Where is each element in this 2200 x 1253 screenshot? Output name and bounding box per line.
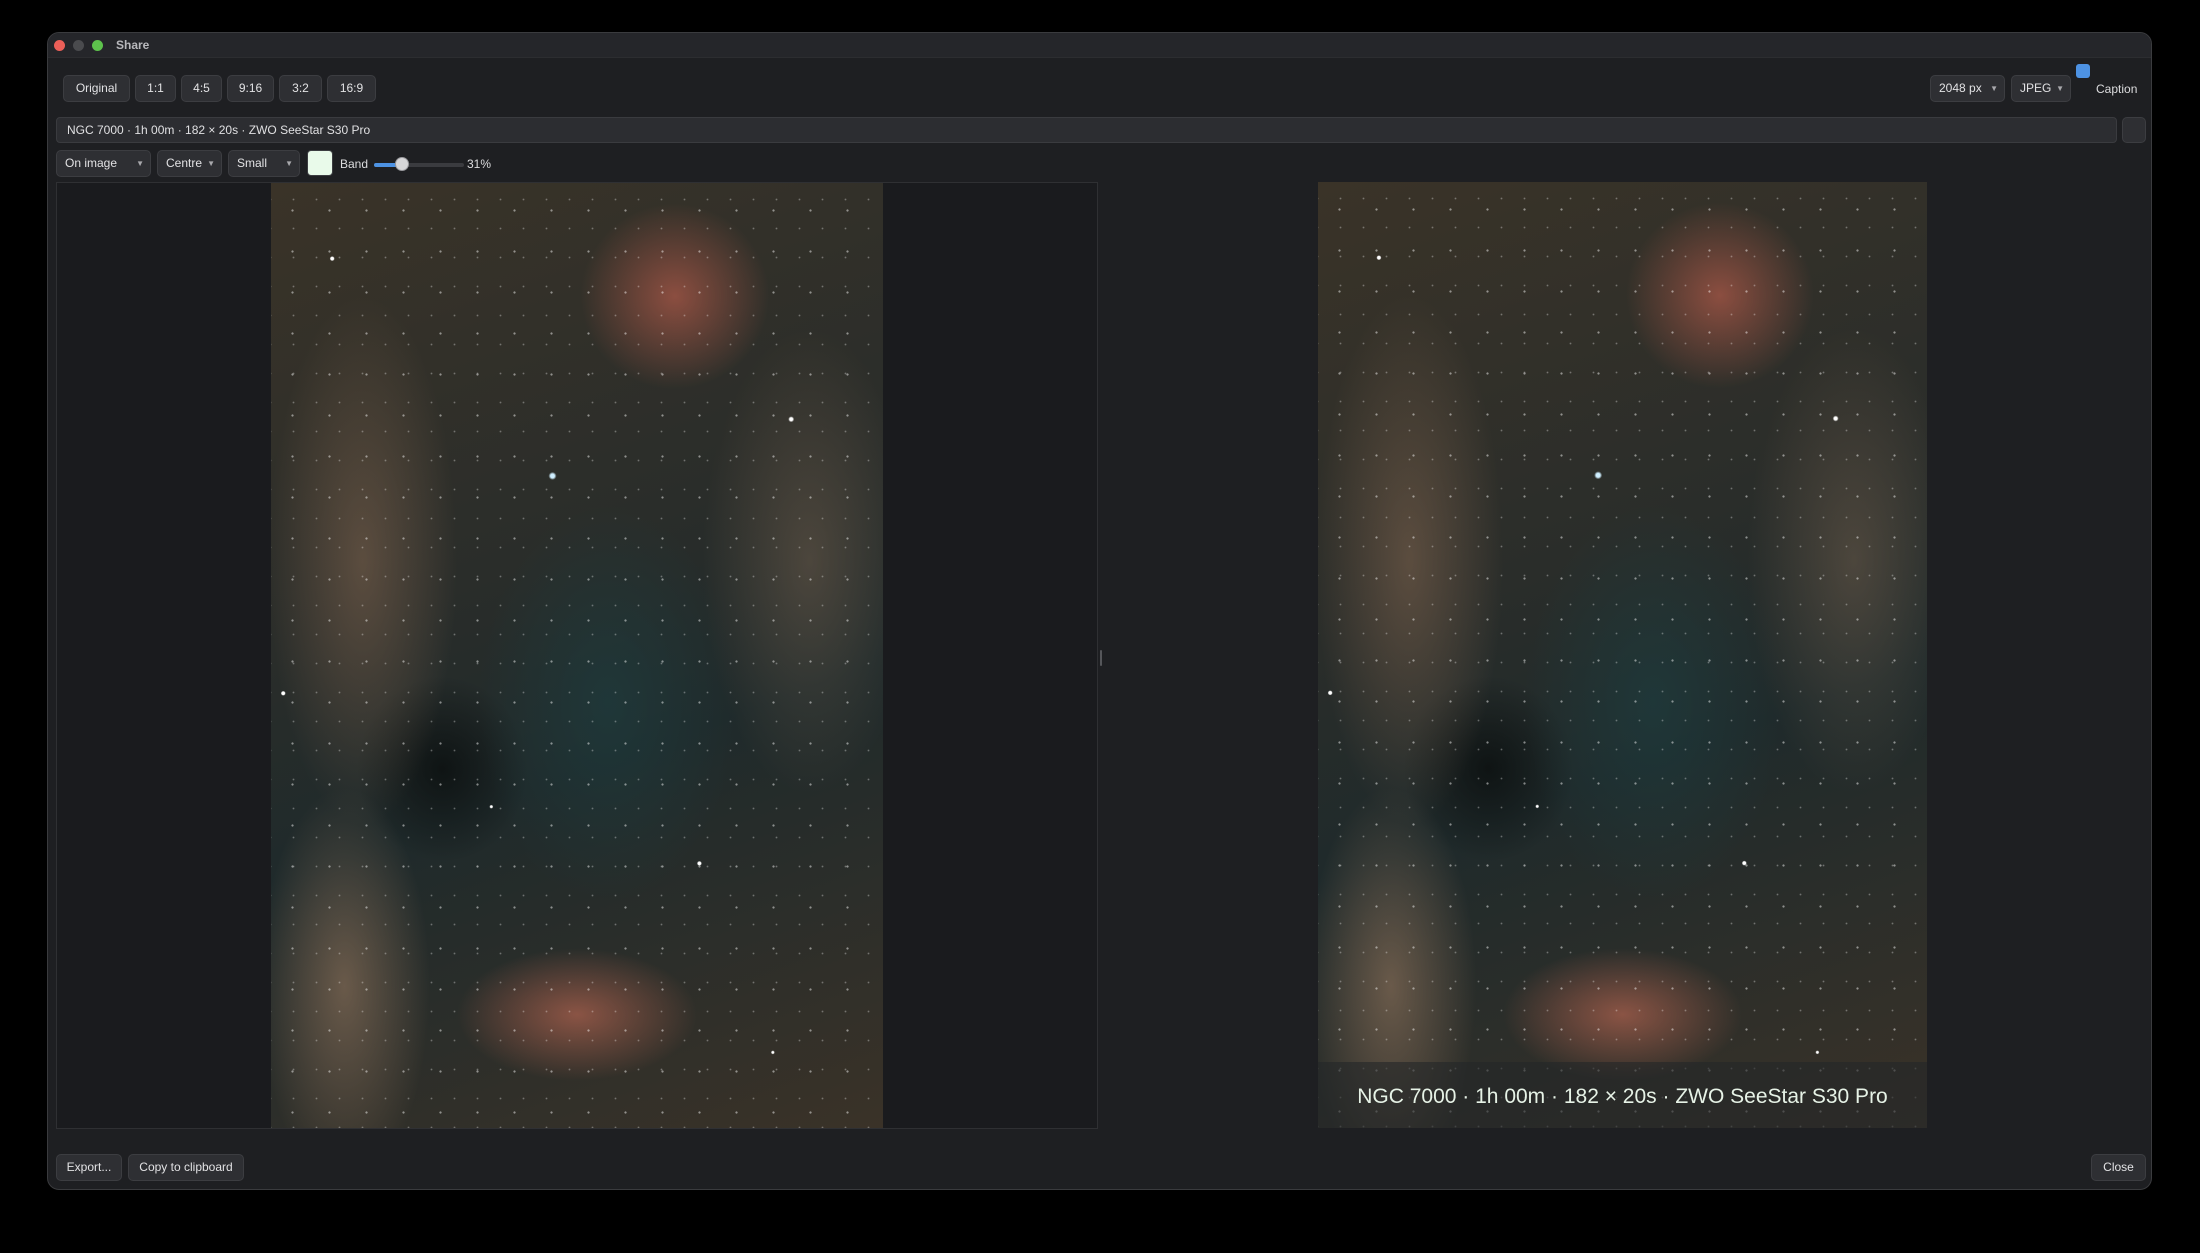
chevron-down-icon: ▼	[285, 159, 293, 168]
export-format-select[interactable]: JPEG ▼	[2011, 75, 2071, 102]
pane-splitter-handle[interactable]	[1100, 650, 1102, 666]
caption-size-value: Small	[237, 156, 268, 170]
share-window: Share Original 1:1 4:5 9:16 3:2 16:9 204…	[47, 32, 2152, 1190]
caption-checkbox[interactable]	[2076, 64, 2090, 78]
preview-caption-text: NGC 7000 · 1h 00m · 182 × 20s · ZWO SeeS…	[1357, 1085, 1888, 1108]
export-format-value: JPEG	[2020, 81, 2052, 95]
caption-color-swatch[interactable]	[307, 150, 333, 176]
title-bar: Share	[48, 33, 2151, 58]
caption-text-input[interactable]	[56, 117, 2117, 143]
minimize-window-button[interactable]	[73, 40, 84, 51]
stars-fine-layer	[1318, 182, 1927, 1128]
maximize-window-button[interactable]	[92, 40, 103, 51]
export-size-value: 2048 px	[1939, 81, 1982, 95]
caption-size-select[interactable]: Small ▼	[228, 150, 300, 177]
aspect-original-button[interactable]: Original	[63, 75, 130, 102]
preview-image: NGC 7000 · 1h 00m · 182 × 20s · ZWO SeeS…	[1318, 182, 1927, 1128]
close-button[interactable]: Close	[2091, 1154, 2146, 1181]
close-window-button[interactable]	[54, 40, 65, 51]
caption-alignment-select[interactable]: Centre ▼	[157, 150, 222, 177]
chevron-down-icon: ▼	[207, 159, 215, 168]
crop-editor-pane[interactable]	[56, 182, 1098, 1129]
band-slider-track[interactable]	[374, 163, 464, 167]
export-size-select[interactable]: 2048 px ▼	[1930, 75, 2005, 102]
aspect-4-5-button[interactable]: 4:5	[181, 75, 222, 102]
export-button[interactable]: Export...	[56, 1154, 122, 1181]
stars-fine-layer	[271, 183, 883, 1128]
aspect-16-9-button[interactable]: 16:9	[327, 75, 376, 102]
caption-checkbox-label: Caption	[2096, 82, 2138, 96]
source-image[interactable]	[271, 183, 883, 1128]
caption-options-button[interactable]	[2122, 117, 2146, 143]
band-value: 31%	[467, 157, 492, 171]
window-title: Share	[116, 38, 150, 52]
band-label: Band	[340, 157, 369, 171]
aspect-9-16-button[interactable]: 9:16	[227, 75, 274, 102]
caption-placement-select[interactable]: On image ▼	[56, 150, 151, 177]
copy-to-clipboard-button[interactable]: Copy to clipboard	[128, 1154, 244, 1181]
aspect-1-1-button[interactable]: 1:1	[135, 75, 176, 102]
chevron-down-icon: ▼	[1990, 84, 1998, 93]
band-slider-thumb[interactable]	[394, 157, 409, 171]
caption-alignment-value: Centre	[166, 156, 203, 170]
aspect-3-2-button[interactable]: 3:2	[279, 75, 322, 102]
caption-placement-value: On image	[65, 156, 118, 170]
chevron-down-icon: ▼	[2056, 84, 2064, 93]
chevron-down-icon: ▼	[136, 159, 144, 168]
